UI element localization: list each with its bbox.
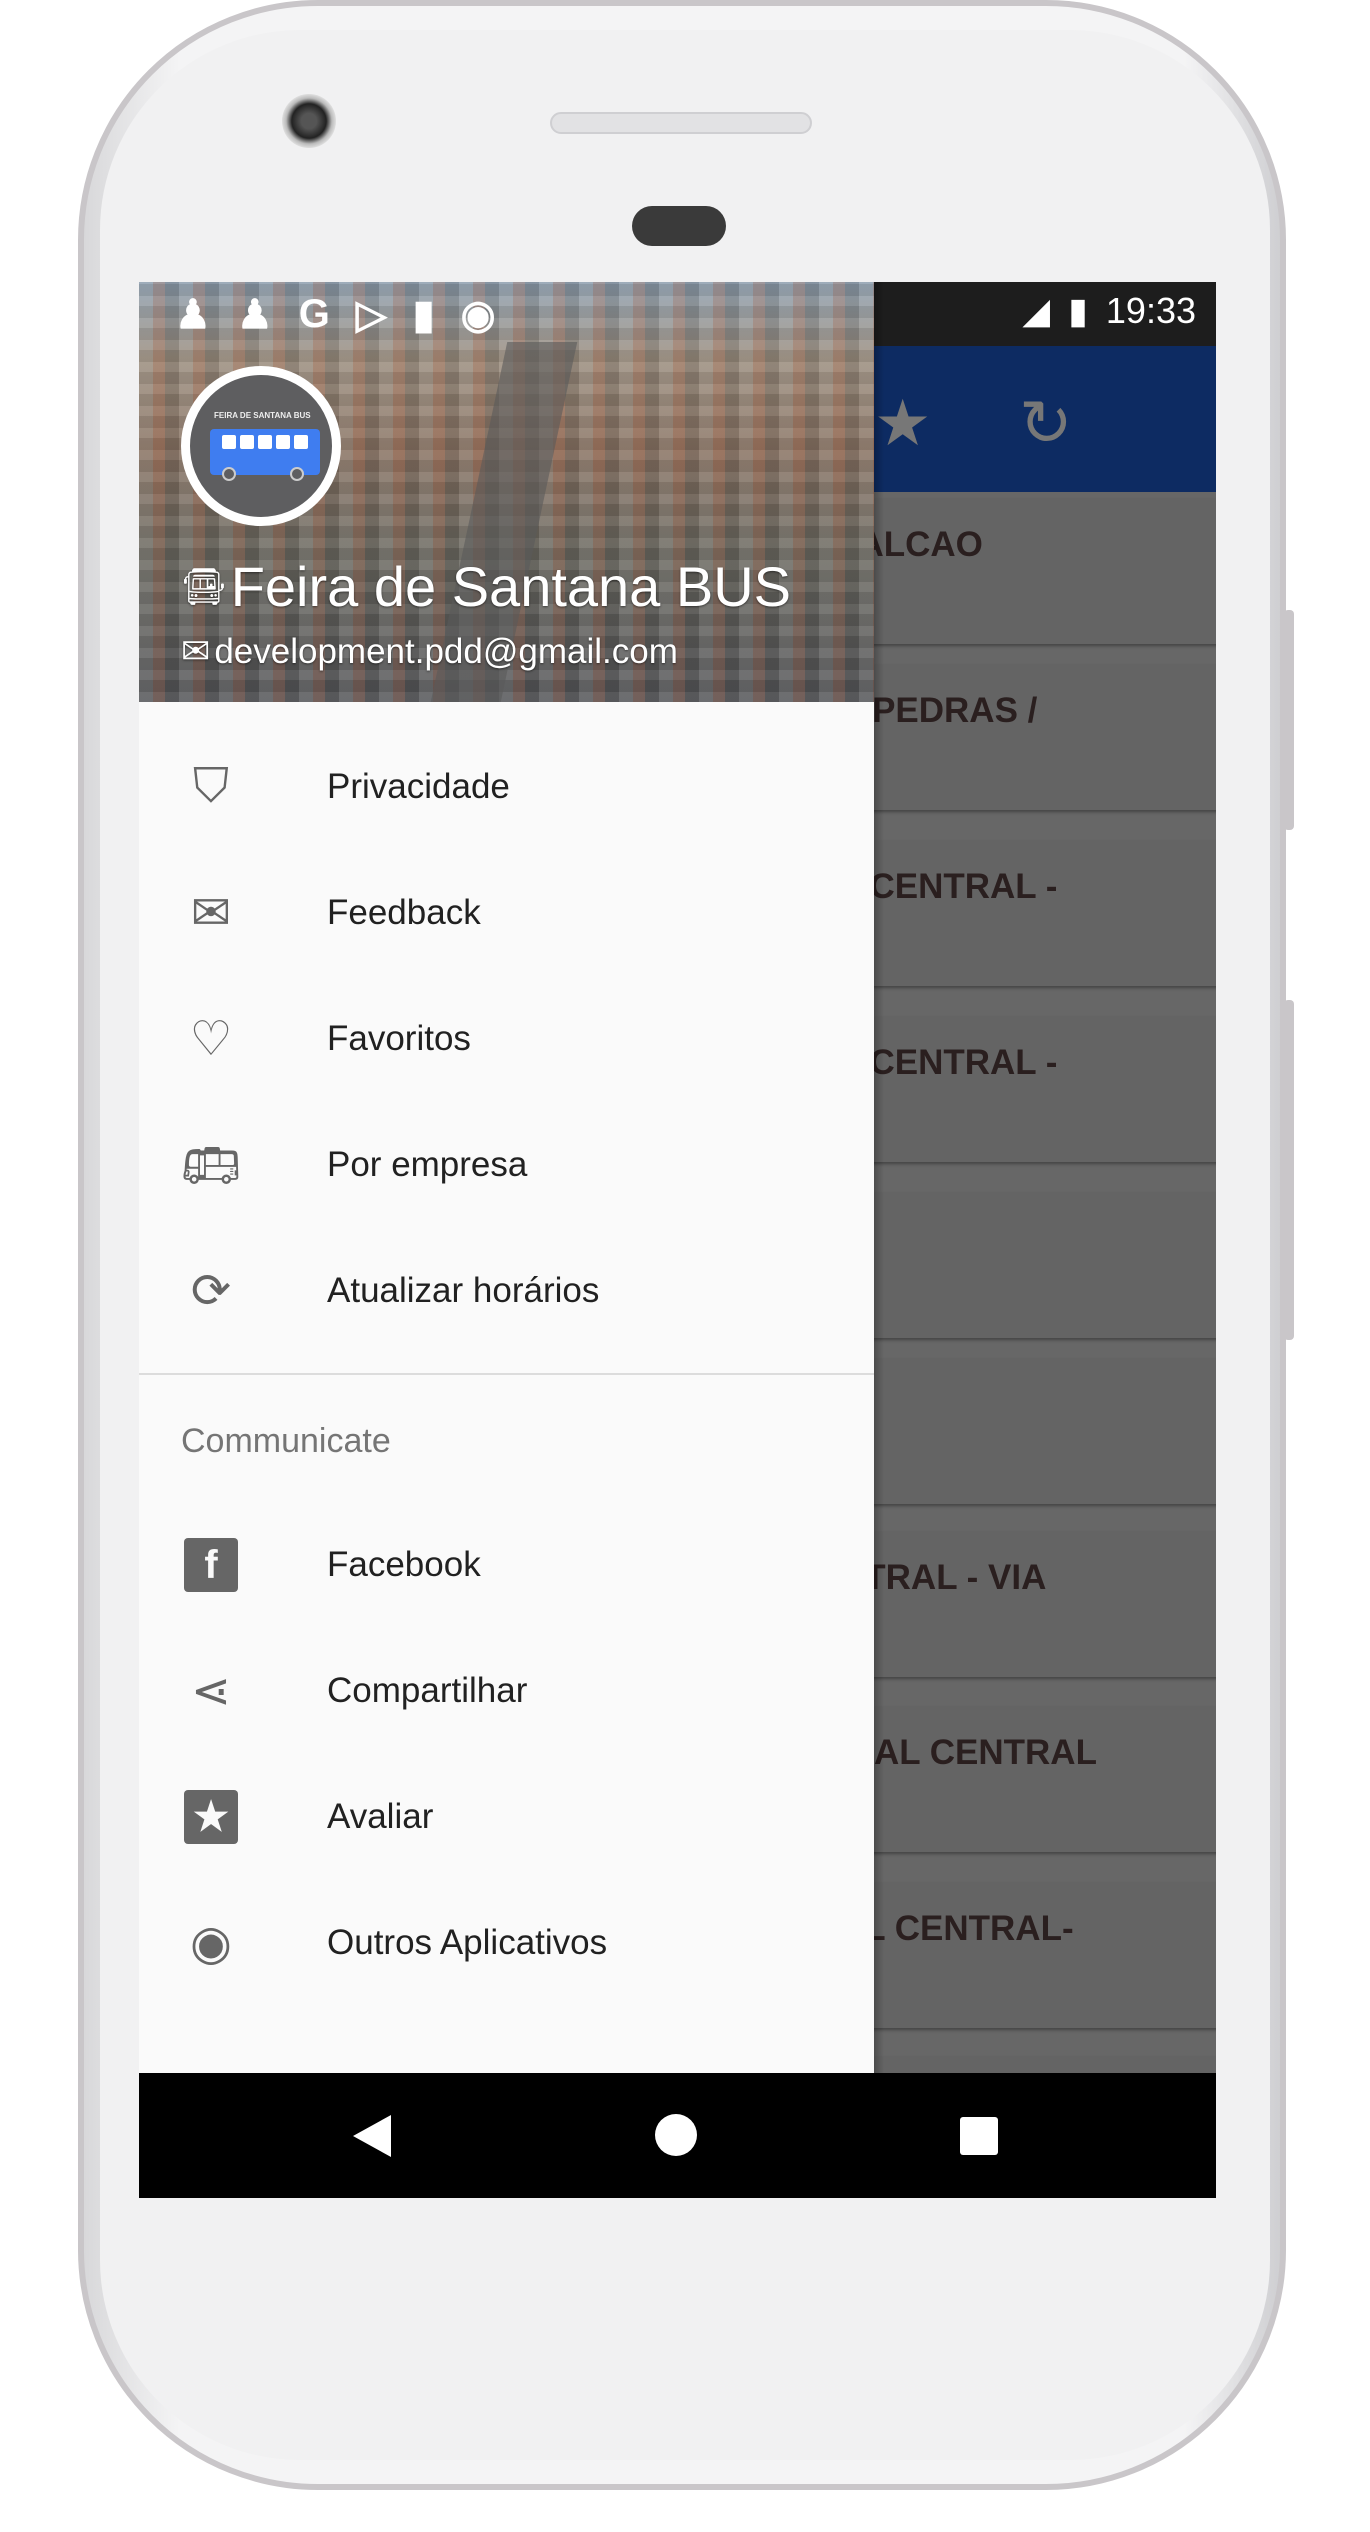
mail-upload-icon: ✉	[190, 887, 232, 940]
menu-item-privacidade[interactable]: ⛉ Privacidade	[139, 724, 874, 850]
menu-item-avaliar[interactable]: ★ Avaliar	[139, 1754, 874, 1880]
menu-item-label: Atualizar horários	[327, 1271, 600, 1310]
app-email: ✉ development.pdd@gmail.com	[181, 632, 678, 672]
keyhole-icon: ♟	[236, 293, 273, 337]
menu-item-facebook[interactable]: f Facebook	[139, 1502, 874, 1628]
route-card[interactable]: FALCAO	[839, 499, 1216, 644]
star-box-icon: ★	[184, 1790, 238, 1844]
menu-item-atualizar-hor-rios[interactable]: ⟳ Atualizar horários	[139, 1228, 874, 1354]
sync-icon: ⟳	[190, 1265, 232, 1318]
screen: ◢ ▮ 19:33 ★ ↻ FALCAO S PEDRAS / L CENTRAL …	[139, 282, 1216, 2198]
battery-charging-icon: ▮	[1068, 290, 1088, 331]
recents-icon[interactable]	[959, 2116, 999, 2156]
facebook-icon: f	[184, 1538, 238, 1592]
menu-item-label: Por empresa	[327, 1145, 528, 1184]
drawer-shadow	[874, 282, 884, 2073]
divider	[139, 1373, 874, 1375]
bus-icon: 🚍︎	[181, 565, 227, 607]
route-card[interactable]: L CENTRAL -	[839, 1017, 1216, 1162]
menu-item-outros-aplicativos[interactable]: ◉ Outros Aplicativos	[139, 1880, 874, 2006]
menu-item-label: Privacidade	[327, 767, 510, 806]
route-card[interactable]	[839, 1359, 1216, 1504]
menu-item-label: Feedback	[327, 893, 481, 932]
section-title: Communicate	[181, 1422, 391, 1460]
menu-item-label: Outros Aplicativos	[327, 1923, 608, 1962]
menu-item-por-empresa[interactable]: 🚌︎ Por empresa	[139, 1102, 874, 1228]
menu-item-label: Favoritos	[327, 1019, 471, 1058]
heart-icon: ♡	[189, 1013, 233, 1066]
email-text: development.pdd@gmail.com	[214, 632, 678, 671]
play-store-icon: ▷	[355, 293, 387, 337]
route-card[interactable]	[839, 1193, 1216, 1338]
menu-item-label: Compartilhar	[327, 1671, 528, 1710]
proximity-sensor	[632, 206, 726, 246]
navigation-drawer: ♟ ♟ G ▷ ▮ ◉ FEIRA DE SANTANA BUS 🚍︎ Feir…	[139, 282, 874, 2073]
eye-icon: ◉	[190, 1917, 232, 1970]
volume-button	[1284, 610, 1294, 830]
power-button	[1284, 1000, 1294, 1340]
circle-icon: ◉	[460, 293, 496, 337]
back-icon[interactable]	[351, 2113, 393, 2159]
home-icon[interactable]	[654, 2113, 698, 2157]
app-logo: FEIRA DE SANTANA BUS	[181, 366, 341, 526]
notification-icons: ♟ ♟ G ▷ ▮ ◉	[175, 292, 496, 338]
front-camera	[282, 94, 336, 148]
navigation-bar	[139, 2073, 1216, 2198]
keyhole-icon: ♟	[175, 293, 211, 337]
app-title: 🚍︎ Feira de Santana BUS	[181, 554, 791, 619]
wheel	[222, 467, 236, 481]
signal-icon: ◢	[1022, 290, 1051, 331]
shield-icon: ⛉	[192, 760, 229, 813]
route-card[interactable]: S PEDRAS /	[839, 665, 1216, 810]
mail-icon: ✉	[181, 632, 211, 671]
wheel	[290, 467, 304, 481]
share-icon: ⋖	[190, 1665, 232, 1718]
refresh-icon[interactable]: ↻	[1019, 386, 1073, 461]
earpiece-speaker	[550, 112, 812, 134]
menu-item-favoritos[interactable]: ♡ Favoritos	[139, 976, 874, 1102]
google-icon: G	[298, 292, 330, 336]
drawer-header: ♟ ♟ G ▷ ▮ ◉ FEIRA DE SANTANA BUS 🚍︎ Feir…	[139, 282, 874, 702]
status-time: 19:33	[1105, 290, 1196, 331]
route-card[interactable]: L CENTRAL -	[839, 841, 1216, 986]
bus-icon: 🚌︎	[180, 1139, 242, 1193]
menu-item-label: Avaliar	[327, 1797, 434, 1836]
menu-item-label: Facebook	[327, 1545, 481, 1584]
sd-card-icon: ▮	[412, 293, 435, 337]
menu-item-compartilhar[interactable]: ⋖ Compartilhar	[139, 1628, 874, 1754]
route-card[interactable]: NTRAL - VIA	[839, 1532, 1216, 1677]
app-name: Feira de Santana BUS	[230, 555, 792, 618]
route-card[interactable]: INAL CENTRAL	[839, 1707, 1216, 1852]
menu-item-feedback[interactable]: ✉ Feedback	[139, 850, 874, 976]
logo-text: FEIRA DE SANTANA BUS	[214, 411, 311, 420]
route-card[interactable]: AL CENTRAL-	[839, 1883, 1216, 2028]
